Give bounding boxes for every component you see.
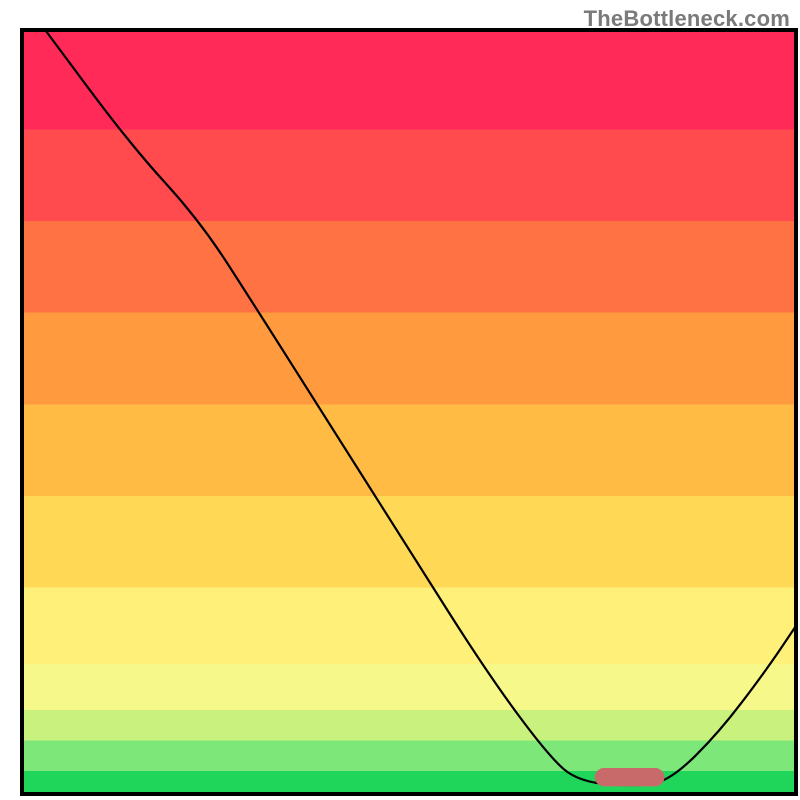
chart-svg [0, 0, 800, 800]
gradient-background [22, 30, 796, 794]
watermark-text: TheBottleneck.com [584, 6, 790, 32]
optimal-range-marker [595, 768, 665, 786]
bottleneck-chart: TheBottleneck.com [0, 0, 800, 800]
plot-area [22, 30, 796, 794]
